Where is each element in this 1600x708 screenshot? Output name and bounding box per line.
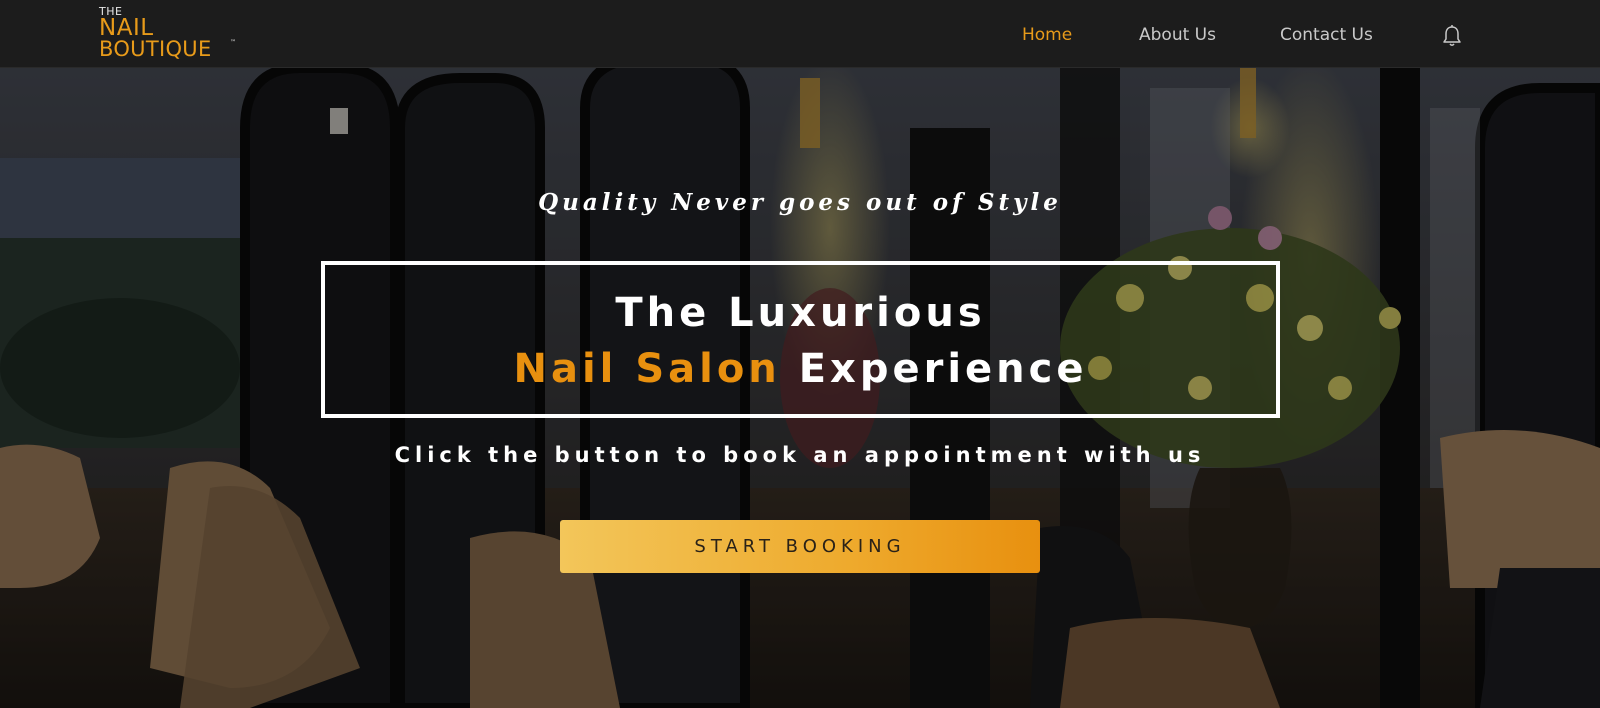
brand-logo[interactable]: THE NAIL BOUTIQUE ™ [99,5,239,61]
site-header: THE NAIL BOUTIQUE ™ Home About Us Contac… [0,0,1600,68]
headline-line-1: The Luxurious [615,290,986,336]
headline-line-2: Nail Salon Experience [325,345,1276,393]
headline-accent-text: Nail Salon [513,346,781,392]
logo-trademark: ™ [230,39,236,46]
hero-section: Quality Never goes out of Style The Luxu… [0,68,1600,708]
headline-rest-text: Experience [780,346,1088,392]
headline-frame: The Luxurious Nail Salon Experience [321,261,1280,418]
logo-nail-text: NAIL [99,15,154,41]
hero-tagline: Quality Never goes out of Style [538,189,1062,216]
hero-subtext: Click the button to book an appointment … [394,443,1206,467]
logo-boutique-text: BOUTIQUE [99,37,212,61]
start-booking-button[interactable]: START BOOKING [560,520,1040,573]
nav-contact-link[interactable]: Contact Us [1280,25,1373,45]
nav-home-link[interactable]: Home [1022,25,1072,45]
bell-icon[interactable] [1441,24,1463,48]
nav-about-link[interactable]: About Us [1139,25,1216,45]
